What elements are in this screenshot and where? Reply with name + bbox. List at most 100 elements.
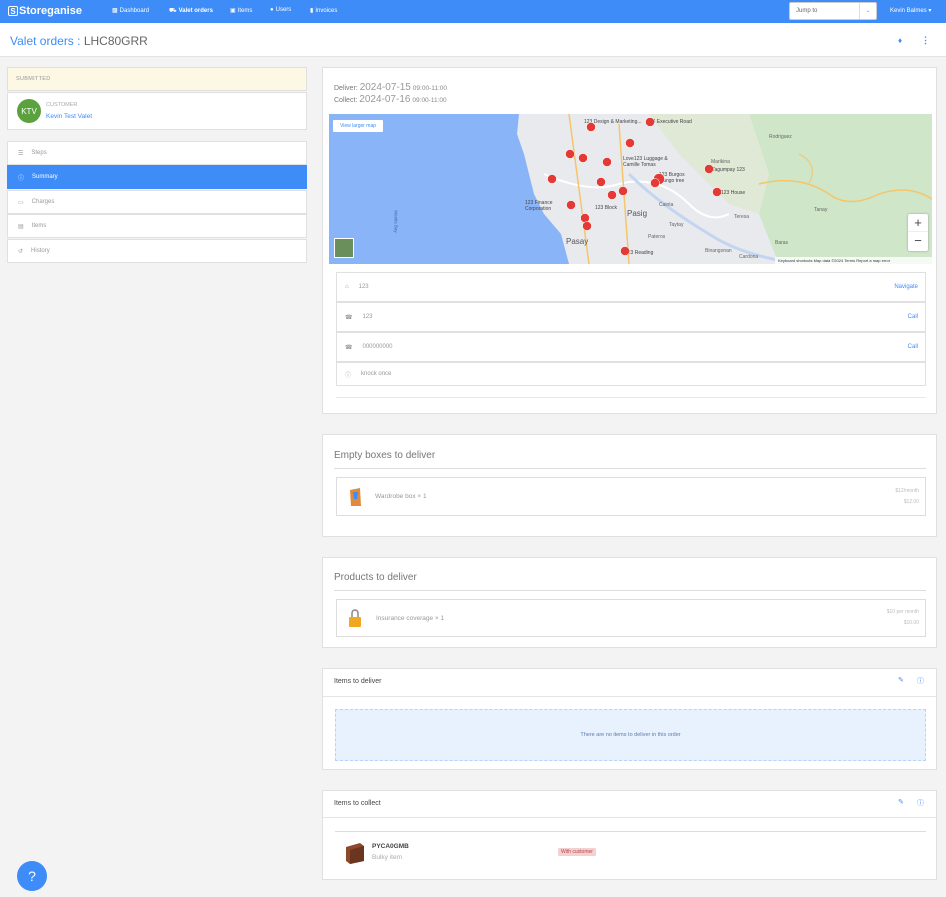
history-icon: ↺ bbox=[18, 248, 24, 255]
deliver-date: 2024-07-15 bbox=[359, 82, 411, 93]
map-pin bbox=[547, 174, 557, 184]
nav-dashboard[interactable]: ▩ Dashboard bbox=[112, 7, 149, 15]
avatar: KTV bbox=[17, 99, 41, 123]
table-row[interactable]: PYCA0GMB Bulky item With customer bbox=[343, 841, 929, 865]
map-pin bbox=[620, 246, 630, 256]
navigate-link[interactable]: Navigate bbox=[894, 284, 918, 290]
divider bbox=[336, 397, 926, 398]
edit-icon[interactable]: ✎ bbox=[898, 676, 904, 684]
map-pin bbox=[582, 221, 592, 231]
divider bbox=[334, 590, 926, 591]
section-title: Products to deliver bbox=[334, 572, 417, 583]
list-item: Insurance coverage × 1 $10 per month $10… bbox=[336, 599, 926, 637]
page-title: Valet orders : LHC80GRR bbox=[10, 34, 148, 48]
status-badge: SUBMITTED bbox=[7, 67, 307, 91]
help-circle-icon[interactable]: ⓘ bbox=[917, 798, 924, 808]
collect-time: 09:00-11:00 bbox=[412, 97, 447, 104]
contact-phone: ☎ 123 Call bbox=[336, 302, 926, 332]
card-icon: ▭ bbox=[18, 199, 24, 206]
location-icon: ⌂ bbox=[345, 284, 349, 290]
collect-date: 2024-07-16 bbox=[359, 94, 411, 105]
help-button[interactable]: ? bbox=[17, 861, 47, 891]
divider bbox=[323, 817, 936, 818]
empty-boxes-panel: Empty boxes to deliver Wardrobe box × 1 … bbox=[322, 434, 937, 537]
contact-instructions: ⓘ knock once bbox=[336, 362, 926, 386]
tag-icon[interactable]: ♦ bbox=[898, 36, 902, 45]
map-pin bbox=[602, 157, 612, 167]
divider bbox=[335, 831, 926, 832]
zoom-in-button[interactable]: + bbox=[908, 214, 928, 231]
price: $12/month $12.00 bbox=[895, 487, 919, 505]
nav-users[interactable]: ● Users bbox=[270, 7, 291, 13]
chevron-down-icon: ⌄ bbox=[859, 3, 876, 19]
more-vertical-icon[interactable]: ⋮ bbox=[921, 35, 930, 46]
archive-icon: ▤ bbox=[18, 223, 24, 230]
nav-items[interactable]: ▣ Items bbox=[230, 7, 252, 15]
map-attribution[interactable]: Keyboard shortcuts Map data ©2024 Terms … bbox=[775, 257, 932, 264]
user-menu[interactable]: Kevin Balmes ▾ bbox=[890, 7, 931, 14]
phone-icon: ☎ bbox=[345, 314, 353, 321]
file-icon: ▮ bbox=[310, 8, 314, 14]
padlock-icon bbox=[349, 609, 361, 627]
map-pin bbox=[625, 138, 635, 148]
list-item: Wardrobe box × 1 $12/month $12.00 bbox=[336, 477, 926, 516]
satellite-toggle[interactable] bbox=[334, 238, 354, 258]
map-pin bbox=[565, 149, 575, 159]
user-icon: ● bbox=[270, 7, 274, 13]
map-pin bbox=[566, 200, 576, 210]
map-pin bbox=[607, 190, 617, 200]
map-embed[interactable]: View larger map 123 Design & Marketing..… bbox=[329, 114, 932, 264]
map-pin bbox=[586, 122, 596, 132]
deliver-row: Deliver: 2024-07-15 09:00-11:00 bbox=[334, 82, 448, 93]
caret-down-icon: ▾ bbox=[928, 8, 932, 14]
nav-invoices[interactable]: ▮ Invoices bbox=[310, 7, 337, 15]
phone-icon: ☎ bbox=[345, 344, 353, 351]
zoom-controls: + − bbox=[908, 214, 928, 251]
info-icon: ⓘ bbox=[18, 175, 25, 182]
map-pin bbox=[618, 186, 628, 196]
summary-panel: Deliver: 2024-07-15 09:00-11:00 Collect:… bbox=[322, 67, 937, 414]
truck-icon: ⛟ bbox=[169, 8, 177, 14]
customer-label: CUSTOMER bbox=[46, 102, 78, 108]
section-title: Items to collect bbox=[334, 800, 381, 807]
jump-to-select[interactable]: Jump to ⌄ bbox=[789, 2, 877, 20]
sidebar-item-items[interactable]: ▤ Items bbox=[7, 214, 307, 238]
items-to-collect-panel: Items to collect ✎ ⓘ PYCA0GMB Bulky item… bbox=[322, 790, 937, 880]
section-title: Empty boxes to deliver bbox=[334, 450, 436, 461]
nav-valet-orders[interactable]: ⛟ Valet orders bbox=[169, 7, 213, 15]
products-panel: Products to deliver Insurance coverage ×… bbox=[322, 557, 937, 648]
brand-logo[interactable]: S Storeganise bbox=[8, 5, 82, 17]
help-circle-icon[interactable]: ⓘ bbox=[917, 676, 924, 686]
price: $10 per month $10.00 bbox=[886, 609, 919, 626]
customer-card[interactable]: KTV CUSTOMER Kevin Test Valet bbox=[7, 92, 307, 130]
collect-row: Collect: 2024-07-16 09:00-11:00 bbox=[334, 94, 447, 105]
sidebar-item-history[interactable]: ↺ History bbox=[7, 239, 307, 263]
customer-name[interactable]: Kevin Test Valet bbox=[46, 113, 92, 120]
item-code[interactable]: PYCA0GMB bbox=[372, 843, 409, 850]
info-icon: ⓘ bbox=[345, 372, 352, 379]
archive-icon: ▣ bbox=[230, 8, 236, 14]
sidebar-item-charges[interactable]: ▭ Charges bbox=[7, 190, 307, 214]
section-title: Items to deliver bbox=[334, 678, 382, 685]
sidebar-item-steps[interactable]: ☰ Steps bbox=[7, 141, 307, 165]
item-type: Bulky item bbox=[372, 854, 402, 861]
map-pin bbox=[596, 177, 606, 187]
divider bbox=[323, 696, 936, 697]
deliver-time: 09:00-11:00 bbox=[412, 85, 448, 92]
map-pin bbox=[704, 164, 714, 174]
map-pin bbox=[650, 178, 660, 188]
status-badge: With customer bbox=[558, 848, 596, 856]
call-link[interactable]: Call bbox=[908, 344, 918, 350]
brand-name: Storeganise bbox=[19, 5, 82, 17]
sidebar-item-summary[interactable]: ⓘ Summary bbox=[7, 165, 307, 189]
zoom-out-button[interactable]: − bbox=[908, 231, 928, 250]
contact-phone-alt: ☎ 000000000 Call bbox=[336, 332, 926, 362]
list-icon: ☰ bbox=[18, 150, 24, 157]
dashboard-icon: ▩ bbox=[112, 8, 118, 14]
divider bbox=[334, 468, 926, 469]
call-link[interactable]: Call bbox=[908, 314, 918, 320]
map-pin bbox=[645, 117, 655, 127]
map-pin bbox=[580, 213, 590, 223]
edit-icon[interactable]: ✎ bbox=[898, 798, 904, 806]
breadcrumb-valet-orders[interactable]: Valet orders : bbox=[10, 34, 80, 48]
